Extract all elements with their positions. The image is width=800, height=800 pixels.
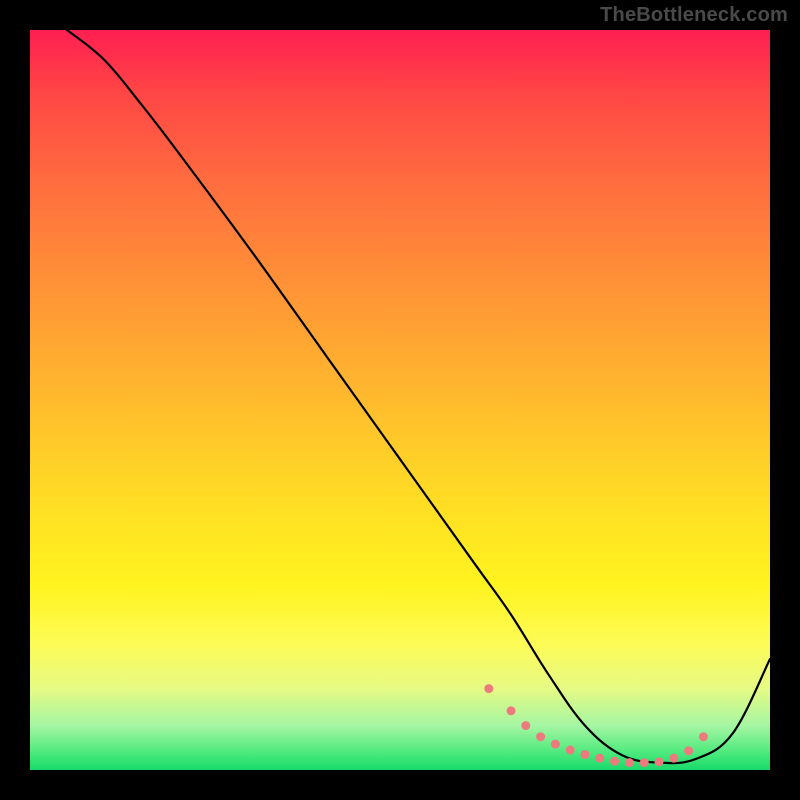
- marker-dot: [625, 758, 634, 767]
- marker-layer: [484, 684, 708, 767]
- plot-area: [30, 30, 770, 770]
- attribution-text: TheBottleneck.com: [600, 4, 788, 27]
- marker-dot: [640, 758, 649, 767]
- marker-dot: [684, 746, 693, 755]
- marker-dot: [581, 750, 590, 759]
- marker-dot: [507, 706, 516, 715]
- chart-svg: [30, 30, 770, 770]
- marker-dot: [551, 740, 560, 749]
- chart-frame: TheBottleneck.com: [0, 0, 800, 800]
- marker-dot: [595, 754, 604, 763]
- marker-dot: [699, 732, 708, 741]
- curve-layer: [67, 30, 770, 763]
- marker-dot: [536, 732, 545, 741]
- marker-dot: [566, 746, 575, 755]
- marker-dot: [610, 757, 619, 766]
- marker-dot: [669, 754, 678, 763]
- marker-dot: [655, 757, 664, 766]
- marker-dot: [521, 721, 530, 730]
- marker-dot: [484, 684, 493, 693]
- bottleneck-curve: [67, 30, 770, 763]
